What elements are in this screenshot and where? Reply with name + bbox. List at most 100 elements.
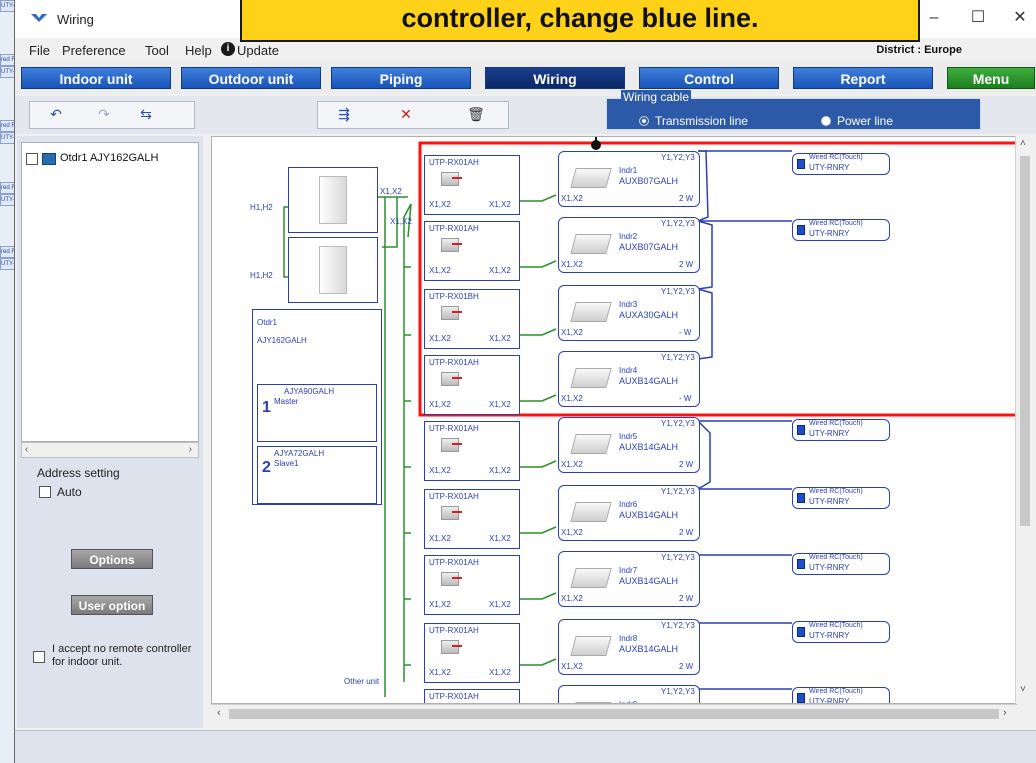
tree-item-otdr1[interactable]: Otdr1 AJY162GALH bbox=[60, 152, 158, 164]
remote-controller-box[interactable]: Wired RC(Touch) UTY-RNRY bbox=[792, 487, 890, 509]
menu-button[interactable]: Menu bbox=[947, 67, 1035, 89]
menu-update[interactable]: Update bbox=[237, 43, 279, 58]
adapter-box[interactable]: UTP-RX01AH X1,X2 X1,X2 bbox=[424, 489, 520, 549]
indoor-wire: 2 W bbox=[679, 662, 694, 671]
indoor-unit-box[interactable]: Y1,Y2,Y3 Indr9 bbox=[558, 685, 700, 703]
auto-wire-icon[interactable]: ⇶ bbox=[331, 103, 357, 125]
indoor-terminal: Y1,Y2,Y3 bbox=[661, 419, 695, 428]
outdoor-group-box[interactable]: Otdr1 AJY162GALH AJYA90GALH Master 1 AJY… bbox=[252, 309, 382, 505]
adapter-box[interactable]: UTP-RX01AH X1,X2 X1,X2 bbox=[424, 555, 520, 615]
adapter-box[interactable]: UTP-RX01AH X1,X2 X1,X2 bbox=[424, 623, 520, 683]
remote-model: UTY-RNRY bbox=[809, 697, 850, 704]
outdoor-unit-top[interactable] bbox=[288, 167, 378, 233]
adapter-right-terminal: X1,X2 bbox=[489, 400, 511, 409]
minimize-icon[interactable]: – bbox=[919, 8, 949, 28]
redo-icon[interactable]: ↷ bbox=[91, 103, 117, 125]
tab-outdoor-unit[interactable]: Outdoor unit bbox=[181, 67, 321, 89]
undo-icon[interactable]: ↶ bbox=[43, 103, 69, 125]
indoor-unit-box[interactable]: Y1,Y2,Y3 Indr1 AUXB07GALH X1,X2 2 W bbox=[558, 151, 700, 207]
remote-controller-box[interactable]: Wired RC(Touch) UTY-RNRY bbox=[792, 153, 890, 175]
indoor-name: Indr5 bbox=[619, 432, 638, 441]
remote-controller-box[interactable]: Wired RC(Touch) UTY-RNRY bbox=[792, 553, 890, 575]
adapter-model: UTP-RX01AH bbox=[429, 358, 479, 367]
close-icon[interactable]: ✕ bbox=[1005, 8, 1035, 28]
adapter-icon bbox=[441, 306, 462, 320]
remote-model: UTY-RNRY bbox=[809, 497, 850, 506]
horizontal-scrollbar[interactable]: ‹ › bbox=[211, 704, 1017, 722]
indoor-model: AUXB14GALH bbox=[619, 442, 679, 452]
indoor-model: AUXB07GALH bbox=[619, 242, 679, 252]
indoor-unit-box[interactable]: Y1,Y2,Y3 Indr2 AUXB07GALH X1,X2 2 W bbox=[558, 217, 700, 273]
indoor-model: AUXB14GALH bbox=[619, 510, 679, 520]
menu-help[interactable]: Help bbox=[185, 43, 212, 58]
remote-controller-box[interactable]: Wired RC(Touch) UTY-RNRY bbox=[792, 419, 890, 441]
adapter-box[interactable]: UTP-RX01AH X1,X2 X1,X2 bbox=[424, 421, 520, 481]
adapter-model: UTP-RX01BH bbox=[429, 292, 479, 301]
menu-file[interactable]: File bbox=[29, 43, 50, 58]
remote-controller-box[interactable]: Wired RC(Touch) UTY-RNRY bbox=[792, 621, 890, 643]
scroll-thumb[interactable] bbox=[1020, 156, 1030, 526]
options-button[interactable]: Options bbox=[71, 549, 153, 569]
transmission-radio[interactable] bbox=[639, 116, 649, 126]
instruction-callout: controller, change blue line. bbox=[240, 0, 920, 42]
auto-label: Auto bbox=[57, 485, 82, 499]
scroll-up-icon[interactable]: ˄ bbox=[1020, 138, 1026, 149]
indoor-unit-box[interactable]: Y1,Y2,Y3 Indr6 AUXB14GALH X1,X2 2 W bbox=[558, 485, 700, 541]
tab-indoor-unit[interactable]: Indoor unit bbox=[21, 67, 171, 89]
outdoor-unit-bottom[interactable] bbox=[288, 237, 378, 303]
remote-model: UTY-RNRY bbox=[809, 563, 850, 572]
user-option-button[interactable]: User option bbox=[71, 595, 153, 615]
menu-preference[interactable]: Preference bbox=[62, 43, 126, 58]
adapter-box[interactable]: UTP-RX01AH X1,X2 X1,X2 bbox=[424, 221, 520, 281]
wiring-window: Wiring – ☐ ✕ File Preference Tool Help i… bbox=[14, 0, 1036, 763]
slot-model: AJYA90GALH bbox=[284, 387, 335, 396]
adapter-left-terminal: X1,X2 bbox=[429, 266, 451, 275]
info-icon: i bbox=[221, 42, 235, 56]
indoor-unit-box[interactable]: Y1,Y2,Y3 Indr7 AUXB14GALH X1,X2 2 W bbox=[558, 551, 700, 607]
vertical-scrollbar[interactable]: ˄ ˅ bbox=[1015, 136, 1033, 704]
power-radio[interactable] bbox=[821, 116, 831, 126]
callout-text: controller, change blue line. bbox=[401, 3, 759, 33]
outdoor-slot-master[interactable]: AJYA90GALH Master 1 bbox=[257, 384, 377, 442]
h-label: H1,H2 bbox=[250, 203, 273, 212]
outdoor-slot-slave[interactable]: AJYA72GALH Slave1 2 bbox=[257, 446, 377, 504]
auto-checkbox[interactable] bbox=[39, 486, 51, 498]
scroll-left-icon[interactable]: ‹ bbox=[217, 707, 221, 719]
indoor-unit-box[interactable]: Y1,Y2,Y3 Indr3 AUXA30GALH X1,X2 - W bbox=[558, 285, 700, 341]
adapter-box[interactable]: UTP-RX01AH X1,X2 X1,X2 bbox=[424, 355, 520, 415]
adapter-box[interactable]: UTP-RX01AH bbox=[424, 689, 520, 703]
indoor-unit-box[interactable]: Y1,Y2,Y3 Indr4 AUXB14GALH X1,X2 - W bbox=[558, 351, 700, 407]
indoor-unit-box[interactable]: Y1,Y2,Y3 Indr8 AUXB14GALH X1,X2 2 W bbox=[558, 619, 700, 675]
tab-piping[interactable]: Piping bbox=[331, 67, 471, 89]
scroll-down-icon[interactable]: ˅ bbox=[1020, 684, 1026, 695]
scroll-thumb[interactable] bbox=[229, 709, 999, 719]
tab-control[interactable]: Control bbox=[639, 67, 779, 89]
trash-icon[interactable]: 🗑 bbox=[463, 103, 489, 125]
indoor-terminal: Y1,Y2,Y3 bbox=[661, 621, 695, 630]
menu-tool[interactable]: Tool bbox=[145, 43, 169, 58]
tree-scrollbar[interactable]: ‹ › bbox=[21, 442, 199, 458]
adapter-left-terminal: X1,X2 bbox=[429, 200, 451, 209]
scroll-left-icon[interactable]: ‹ bbox=[25, 444, 28, 455]
maximize-icon[interactable]: ☐ bbox=[963, 8, 993, 28]
adapter-icon bbox=[441, 640, 462, 654]
scroll-right-icon[interactable]: › bbox=[1003, 707, 1007, 719]
left-panel: Otdr1 AJY162GALH ‹ › Address setting Aut… bbox=[17, 136, 203, 728]
tab-wiring[interactable]: Wiring bbox=[485, 67, 625, 89]
adapter-box[interactable]: UTP-RX01BH X1,X2 X1,X2 bbox=[424, 289, 520, 349]
adapter-left-terminal: X1,X2 bbox=[429, 400, 451, 409]
remote-controller-box[interactable]: Wired RC(Touch) UTY-RNRY bbox=[792, 219, 890, 241]
slot-number: 1 bbox=[262, 399, 271, 416]
remote-controller-icon bbox=[797, 225, 805, 235]
accept-checkbox[interactable] bbox=[33, 651, 45, 663]
indoor-unit-box[interactable]: Y1,Y2,Y3 Indr5 AUXB14GALH X1,X2 2 W bbox=[558, 417, 700, 473]
scroll-right-icon[interactable]: › bbox=[189, 444, 192, 455]
adapter-box[interactable]: UTP-RX01AH X1,X2 X1,X2 bbox=[424, 155, 520, 215]
outdoor-name: Otdr1 bbox=[257, 318, 278, 327]
adapter-left-terminal: X1,X2 bbox=[429, 466, 451, 475]
tree-checkbox[interactable] bbox=[26, 153, 38, 165]
clear-wire-icon[interactable]: ✕ bbox=[393, 103, 419, 125]
remote-controller-box[interactable]: Wired RC(Touch) UTY-RNRY bbox=[792, 687, 890, 704]
swap-icon[interactable]: ⇆ bbox=[133, 103, 159, 125]
tab-report[interactable]: Report bbox=[793, 67, 933, 89]
